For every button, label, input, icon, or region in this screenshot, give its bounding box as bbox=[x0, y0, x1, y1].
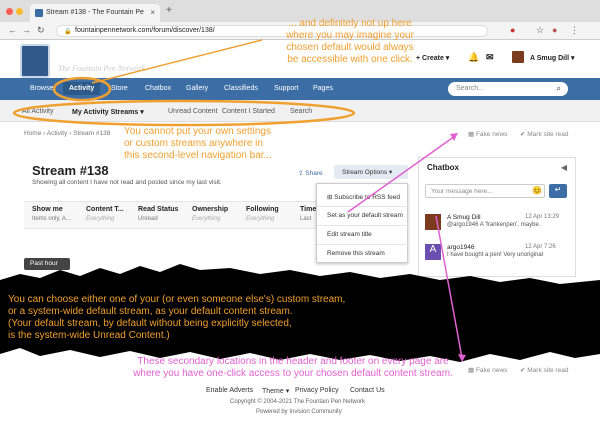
fake-news-link[interactable]: ▦ Fake news bbox=[468, 366, 507, 374]
menu-rss[interactable]: ⊞ Subscribe to RSS feed bbox=[327, 193, 400, 201]
reload-icon[interactable]: ↻ bbox=[37, 25, 45, 36]
fake-news-link[interactable]: ▦ Fake news bbox=[468, 130, 507, 138]
mark-read-link[interactable]: ✔ Mark site read bbox=[520, 366, 568, 374]
back-icon[interactable]: ← bbox=[8, 25, 17, 35]
subnav-search[interactable]: Search bbox=[290, 108, 312, 115]
favicon-icon bbox=[35, 9, 43, 17]
close-tab-icon[interactable]: × bbox=[150, 8, 155, 17]
stream-options-menu: ⊞ Subscribe to RSS feed Set as your defa… bbox=[316, 183, 409, 263]
annotation-mid: You cannot put your own settings or cust… bbox=[124, 126, 272, 161]
nav-support[interactable]: Support bbox=[274, 85, 299, 92]
notifications-icon[interactable]: 🔔 bbox=[468, 52, 479, 63]
primary-nav: Browse Activity Store Chatbox Gallery Cl… bbox=[0, 78, 600, 100]
extension-icon[interactable]: ● bbox=[510, 25, 515, 35]
menu-icon[interactable]: ⋮ bbox=[570, 25, 579, 36]
nav-browse[interactable]: Browse bbox=[30, 85, 53, 92]
subnav-all-activity[interactable]: All Activity bbox=[22, 108, 54, 115]
site-logo-text: The Fountain Pen Network bbox=[58, 64, 145, 73]
messages-icon[interactable]: ✉ bbox=[486, 52, 494, 63]
star-icon[interactable]: ☆ bbox=[536, 25, 544, 36]
search-input[interactable]: Search... ⌕ bbox=[448, 82, 568, 96]
new-tab-button[interactable]: + bbox=[166, 5, 172, 16]
nav-gallery[interactable]: Gallery bbox=[186, 85, 208, 92]
subnav-my-streams[interactable]: My Activity Streams ▾ bbox=[72, 108, 144, 116]
browser-tab[interactable]: Stream #138 - The Fountain Pe × bbox=[30, 4, 160, 22]
share-button[interactable]: ⇪ Share bbox=[298, 169, 323, 177]
chatbox-title: Chatbox bbox=[427, 163, 459, 172]
annotation-top: ... and definitely not up here where you… bbox=[286, 18, 414, 65]
avatar[interactable] bbox=[512, 51, 524, 63]
lock-icon: 🔒 bbox=[64, 29, 72, 35]
nav-chatbox[interactable]: Chatbox bbox=[145, 85, 171, 92]
nav-pages[interactable]: Pages bbox=[313, 85, 333, 92]
stream-filters: Show me Items only, A... Content T... Ever… bbox=[24, 201, 344, 229]
breadcrumb[interactable]: Home › Activity › Stream #138 bbox=[24, 130, 110, 137]
copyright: Copyright © 2004-2021 The Fountain Pen N… bbox=[230, 399, 366, 405]
footer-privacy[interactable]: Privacy Policy bbox=[295, 387, 339, 394]
filter-time[interactable]: Time Last bbox=[300, 206, 316, 222]
powered-by[interactable]: Powered by Invision Community bbox=[256, 409, 342, 415]
forward-icon[interactable]: → bbox=[22, 25, 31, 35]
filter-ownership[interactable]: Ownership Everything bbox=[192, 206, 228, 222]
user-menu[interactable]: A Smug Dill ▾ bbox=[530, 54, 575, 62]
avatar[interactable] bbox=[425, 214, 441, 230]
chatbox-widget: Chatbox ◀ Your message here... 😊 ↵ A Smu… bbox=[418, 157, 576, 277]
filter-content-type[interactable]: Content T... Everything bbox=[86, 206, 124, 222]
url-text: fountainpennetwork.com/forum/discover/13… bbox=[75, 27, 215, 34]
tab-title: Stream #138 - The Fountain Pe bbox=[46, 9, 144, 16]
annotation-bottom: These secondary locations in the header … bbox=[133, 356, 453, 379]
chat-message-input[interactable]: Your message here... bbox=[425, 184, 545, 198]
filter-read-status[interactable]: Read Status Unread bbox=[138, 206, 178, 222]
filter-show-me[interactable]: Show me Items only, A... bbox=[32, 206, 71, 222]
send-button[interactable]: ↵ bbox=[549, 184, 567, 198]
speaker-icon[interactable]: ◀ bbox=[561, 163, 567, 172]
secondary-nav: All Activity My Activity Streams ▾ Unrea… bbox=[0, 100, 600, 122]
minimize-window-icon[interactable] bbox=[16, 8, 23, 15]
stream-description: Showing all content I have not read and … bbox=[32, 179, 222, 186]
site-logo[interactable] bbox=[20, 44, 50, 78]
stream-options-button[interactable]: Stream Options ▾ bbox=[334, 165, 408, 179]
footer-contact[interactable]: Contact Us bbox=[350, 387, 385, 394]
emoji-icon[interactable]: 😊 bbox=[532, 186, 542, 195]
filter-following[interactable]: Following Everything bbox=[246, 206, 279, 222]
menu-set-default[interactable]: Set as your default stream bbox=[327, 212, 403, 219]
search-icon[interactable]: ⌕ bbox=[557, 84, 561, 94]
profile-icon[interactable]: ● bbox=[552, 25, 557, 35]
subnav-content-started[interactable]: Content I Started bbox=[222, 108, 275, 115]
annotation-band: You can choose either one of your (or ev… bbox=[8, 294, 346, 341]
nav-store[interactable]: Store bbox=[111, 85, 128, 92]
footer-enable-adverts[interactable]: Enable Adverts bbox=[206, 387, 253, 394]
page-title: Stream #138 bbox=[32, 163, 109, 178]
avatar[interactable]: A bbox=[425, 244, 441, 260]
nav-activity[interactable]: Activity bbox=[63, 82, 101, 95]
menu-edit-title[interactable]: Edit stream title bbox=[327, 231, 372, 238]
nav-classifieds[interactable]: Classifieds bbox=[224, 85, 258, 92]
close-window-icon[interactable] bbox=[6, 8, 13, 15]
menu-remove[interactable]: Remove this stream bbox=[327, 250, 385, 257]
mark-read-link[interactable]: ✔ Mark site read bbox=[520, 130, 568, 138]
subnav-unread[interactable]: Unread Content bbox=[168, 108, 217, 115]
footer-theme[interactable]: Theme ▾ bbox=[262, 387, 289, 395]
